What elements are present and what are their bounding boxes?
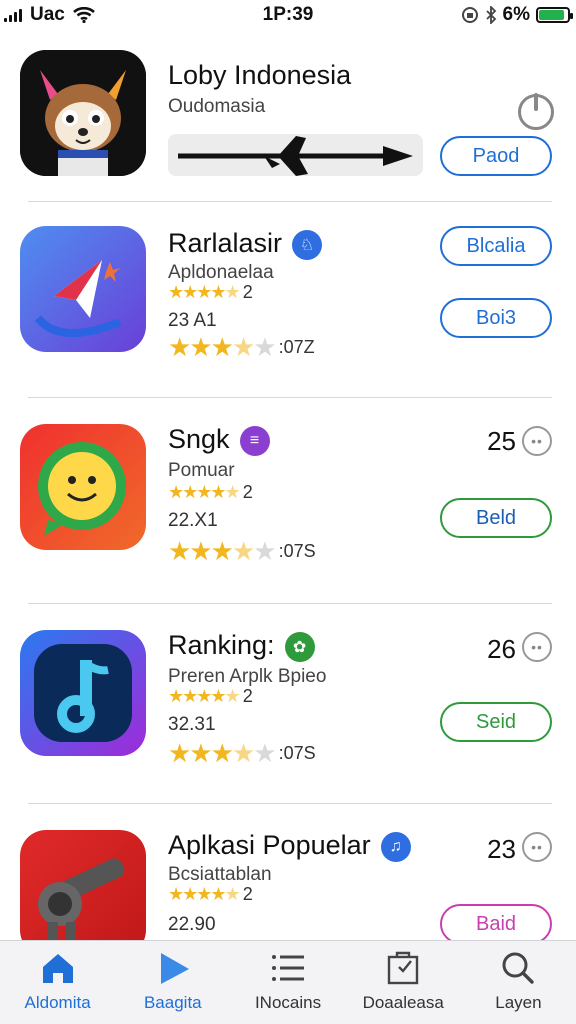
divider	[28, 603, 552, 604]
app-secondary-button[interactable]: Boi3	[440, 298, 552, 338]
chat-smiley-icon	[20, 424, 146, 550]
app-rank: 23	[487, 834, 516, 864]
home-icon	[38, 949, 78, 987]
app-title: Ranking: ✿	[168, 630, 315, 662]
tab-play[interactable]: Baagita	[115, 941, 230, 1024]
star-rating: ★★★★★	[168, 686, 241, 706]
letter-badge-icon: ≡	[239, 425, 270, 456]
big-rating: ★★★★★ :07Z	[168, 332, 315, 362]
bluetooth-icon	[485, 6, 496, 24]
music-badge-icon: ♫	[380, 831, 411, 862]
power-icon[interactable]	[518, 93, 554, 130]
more-icon[interactable]: ••	[522, 832, 552, 862]
small-rating: ★★★★★ 2	[168, 482, 253, 502]
featured-app-row[interactable]: Loby Indonesia Oudomasia Paod	[0, 40, 576, 200]
battery-icon	[536, 7, 573, 23]
app-get-button[interactable]: Beld	[440, 498, 552, 538]
app-get-button[interactable]: Baid	[440, 904, 552, 940]
app-get-button[interactable]: Seid	[440, 702, 552, 742]
star-rating: ★★★★★	[168, 884, 241, 904]
app-row[interactable]: Aplkasi Popuelar ♫ Bcsiattablan ★★★★★ 2 2…	[0, 826, 576, 940]
app-subtitle: Pomuar	[168, 460, 235, 481]
divider	[28, 397, 552, 398]
app-rank: 26	[487, 634, 516, 664]
airplane-arrow-icon	[178, 136, 413, 176]
small-rating: ★★★★★ 2	[168, 884, 253, 904]
battery-percent: 6%	[502, 4, 530, 25]
play-icon	[153, 949, 193, 987]
app-row[interactable]: Ranking: ✿ Preren Arplk Bpieo ★★★★★ 2 32.…	[0, 626, 576, 796]
app-subtitle: Bcsiattablan	[168, 864, 272, 885]
app-meta: 22.90	[168, 914, 216, 935]
app-row[interactable]: Rarlalasir ♘ Apldonaelaa ★★★★★ 2 23 A1 ★★…	[0, 218, 576, 388]
tab-search[interactable]: Layen	[461, 941, 576, 1024]
featured-get-button[interactable]: Paod	[440, 136, 552, 176]
star-rating: ★★★★★	[168, 482, 241, 502]
app-subtitle: Apldonaelaa	[168, 262, 274, 283]
tab-clipboard[interactable]: Doaaleasa	[346, 941, 461, 1024]
app-subtitle: Preren Arplk Bpieo	[168, 666, 327, 687]
featured-subtitle: Oudomasia	[168, 96, 266, 117]
more-icon[interactable]: ••	[522, 632, 552, 662]
app-meta: 22.X1	[168, 510, 218, 531]
small-rating: ★★★★★ 2	[168, 686, 253, 706]
app-title: Sngk ≡	[168, 424, 270, 456]
featured-banner[interactable]	[168, 134, 423, 176]
music-note-icon	[20, 630, 146, 756]
star-rating: ★★★★★	[168, 282, 241, 302]
tab-list[interactable]: INocains	[230, 941, 345, 1024]
search-icon	[498, 949, 538, 987]
star-rating: ★★★★★	[168, 536, 277, 566]
app-primary-button[interactable]: Blcalia	[440, 226, 552, 266]
tab-home[interactable]: Aldomita	[0, 941, 115, 1024]
clipboard-icon	[383, 949, 423, 987]
big-rating: ★★★★★ :07S	[168, 738, 316, 768]
more-icon[interactable]: ••	[522, 426, 552, 456]
app-meta: 23 A1	[168, 310, 217, 331]
status-bar: Uac 1P:39 6%	[0, 0, 576, 32]
app-row[interactable]: Sngk ≡ Pomuar ★★★★★ 2 22.X1 ★★★★★ :07S 25…	[0, 420, 576, 590]
robot-cannon-icon	[20, 830, 146, 940]
app-title: Aplkasi Popuelar ♫	[168, 830, 411, 862]
star-rating: ★★★★★	[168, 332, 277, 362]
person-badge-icon: ♘	[292, 229, 323, 260]
star-rating: ★★★★★	[168, 738, 277, 768]
paper-plane-icon	[20, 226, 146, 352]
status-right: 6%	[461, 4, 573, 26]
app-meta: 32.31	[168, 714, 216, 735]
list-icon	[268, 949, 308, 987]
divider	[28, 201, 552, 202]
small-rating: ★★★★★ 2	[168, 282, 253, 302]
tab-bar: Aldomita Baagita INocains Doaaleasa Laye…	[0, 940, 576, 1024]
cartoon-character-icon	[20, 50, 146, 176]
rotation-lock-icon	[461, 7, 478, 23]
divider	[28, 803, 552, 804]
leaf-badge-icon: ✿	[284, 631, 315, 662]
app-rank: 25	[487, 426, 516, 456]
featured-title: Loby Indonesia	[168, 60, 352, 90]
app-title: Rarlalasir ♘	[168, 228, 323, 260]
big-rating: ★★★★★ :07S	[168, 536, 316, 566]
